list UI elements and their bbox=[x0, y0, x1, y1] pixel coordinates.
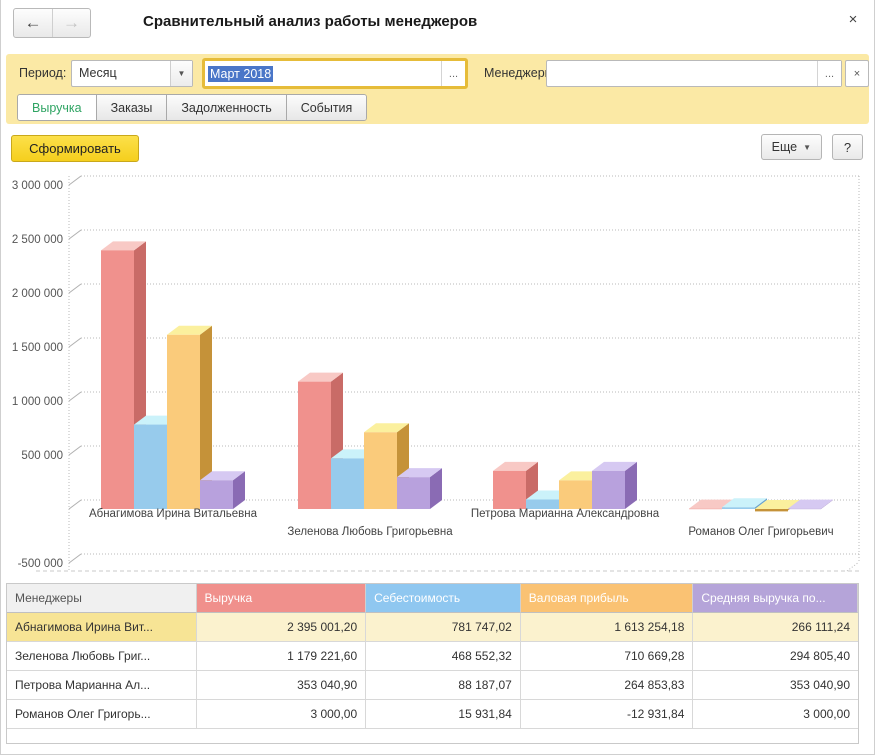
svg-text:2 500 000: 2 500 000 bbox=[12, 234, 63, 246]
period-selected-text: Март 2018 bbox=[208, 66, 273, 82]
value-cell[interactable]: 88 187,07 bbox=[366, 671, 521, 700]
filter-panel: Период: Месяц ▼ Март 2018 ... Менеджеры:… bbox=[6, 54, 869, 124]
svg-text:1 500 000: 1 500 000 bbox=[12, 342, 63, 354]
manager-name-cell[interactable]: Абнагимова Ирина Вит... bbox=[7, 613, 197, 642]
manager-name-cell[interactable]: Зеленова Любовь Григ... bbox=[7, 642, 197, 671]
value-cell[interactable]: 15 931,84 bbox=[366, 700, 521, 729]
more-button-label: Еще bbox=[772, 140, 797, 154]
forward-button[interactable]: → bbox=[52, 9, 90, 37]
chevron-down-icon: ▼ bbox=[803, 143, 811, 152]
close-icon[interactable]: × bbox=[842, 8, 864, 30]
value-cell[interactable]: 264 853,83 bbox=[521, 671, 694, 700]
value-cell[interactable]: -12 931,84 bbox=[521, 700, 694, 729]
column-header-2[interactable]: Себестоимость bbox=[366, 584, 521, 613]
svg-text:1 000 000: 1 000 000 bbox=[12, 396, 63, 408]
app-window: ← → Сравнительный анализ работы менеджер… bbox=[0, 0, 875, 755]
period-type-value: Месяц bbox=[72, 61, 170, 86]
table-row[interactable]: Зеленова Любовь Григ...1 179 221,60468 5… bbox=[7, 642, 858, 671]
category-label: Петрова Марианна Александровна bbox=[471, 508, 660, 520]
chart-svg: 3 000 000 2 500 000 2 000 000 1 500 000 1 00… bbox=[1, 175, 875, 575]
manager-name-cell[interactable]: Романов Олег Григорь... bbox=[7, 700, 197, 729]
value-cell[interactable]: 710 669,28 bbox=[521, 642, 694, 671]
value-cell[interactable]: 1 613 254,18 bbox=[521, 613, 694, 642]
column-header-3[interactable]: Валовая прибыль bbox=[521, 584, 694, 613]
period-type-dropdown-button[interactable]: ▼ bbox=[170, 61, 192, 86]
period-type-select[interactable]: Месяц ▼ bbox=[71, 60, 193, 87]
value-cell[interactable]: 468 552,32 bbox=[366, 642, 521, 671]
table-row[interactable]: Абнагимова Ирина Вит...2 395 001,20781 7… bbox=[7, 613, 858, 642]
back-button[interactable]: ← bbox=[14, 9, 52, 37]
back-arrow-icon: ← bbox=[25, 13, 42, 33]
help-button[interactable]: ? bbox=[832, 134, 863, 160]
svg-text:500 000: 500 000 bbox=[21, 450, 63, 462]
nav-buttons: ← → bbox=[13, 8, 91, 38]
period-value-input[interactable]: Март 2018 bbox=[205, 61, 441, 86]
period-value-field[interactable]: Март 2018 ... bbox=[202, 58, 468, 89]
chevron-down-icon: ▼ bbox=[178, 69, 186, 78]
value-cell[interactable]: 353 040,90 bbox=[693, 671, 858, 700]
value-cell[interactable]: 3 000,00 bbox=[693, 700, 858, 729]
column-header-1[interactable]: Выручка bbox=[197, 584, 367, 613]
svg-text:2 000 000: 2 000 000 bbox=[12, 288, 63, 300]
managers-picker-button[interactable]: ... bbox=[817, 61, 841, 86]
table-row[interactable]: Романов Олег Григорь...3 000,0015 931,84… bbox=[7, 700, 858, 729]
category-label: Абнагимова Ирина Витальевна bbox=[89, 508, 258, 520]
tab-2[interactable]: Задолженность bbox=[167, 95, 286, 120]
value-cell[interactable]: 2 395 001,20 bbox=[197, 613, 367, 642]
table-row[interactable]: Петрова Марианна Ал...353 040,9088 187,0… bbox=[7, 671, 858, 700]
tab-1[interactable]: Заказы bbox=[97, 95, 168, 120]
period-label: Период: bbox=[19, 66, 66, 80]
more-button[interactable]: Еще ▼ bbox=[761, 134, 822, 160]
table-header-row: МенеджерыВыручкаСебестоимостьВаловая при… bbox=[7, 584, 858, 613]
view-tabs: ВыручкаЗаказыЗадолженностьСобытия bbox=[17, 94, 367, 121]
period-picker-button[interactable]: ... bbox=[441, 61, 465, 86]
svg-text:-500 000: -500 000 bbox=[18, 558, 63, 570]
column-header-0[interactable]: Менеджеры bbox=[7, 584, 197, 613]
managers-input[interactable] bbox=[547, 61, 817, 86]
value-cell[interactable]: 353 040,90 bbox=[197, 671, 367, 700]
table-empty-area bbox=[7, 729, 858, 743]
value-cell[interactable]: 266 111,24 bbox=[693, 613, 858, 642]
value-cell[interactable]: 1 179 221,60 bbox=[197, 642, 367, 671]
value-cell[interactable]: 781 747,02 bbox=[366, 613, 521, 642]
value-cell[interactable]: 3 000,00 bbox=[197, 700, 367, 729]
category-label: Романов Олег Григорьевич bbox=[688, 526, 833, 538]
tab-3[interactable]: События bbox=[287, 95, 367, 120]
category-label: Зеленова Любовь Григорьевна bbox=[287, 526, 453, 538]
bar-chart: 3 000 000 2 500 000 2 000 000 1 500 000 1 00… bbox=[1, 175, 875, 575]
generate-button[interactable]: Сформировать bbox=[11, 135, 139, 162]
managers-clear-button[interactable]: × bbox=[845, 60, 869, 87]
managers-field[interactable]: ... bbox=[546, 60, 842, 87]
manager-name-cell[interactable]: Петрова Марианна Ал... bbox=[7, 671, 197, 700]
page-title: Сравнительный анализ работы менеджеров bbox=[143, 13, 477, 30]
svg-text:3 000 000: 3 000 000 bbox=[12, 180, 63, 192]
tab-0[interactable]: Выручка bbox=[18, 95, 97, 120]
forward-arrow-icon: → bbox=[63, 13, 80, 33]
results-table: МенеджерыВыручкаСебестоимостьВаловая при… bbox=[6, 583, 859, 744]
column-header-4[interactable]: Средняя выручка по... bbox=[693, 584, 858, 613]
value-cell[interactable]: 294 805,40 bbox=[693, 642, 858, 671]
